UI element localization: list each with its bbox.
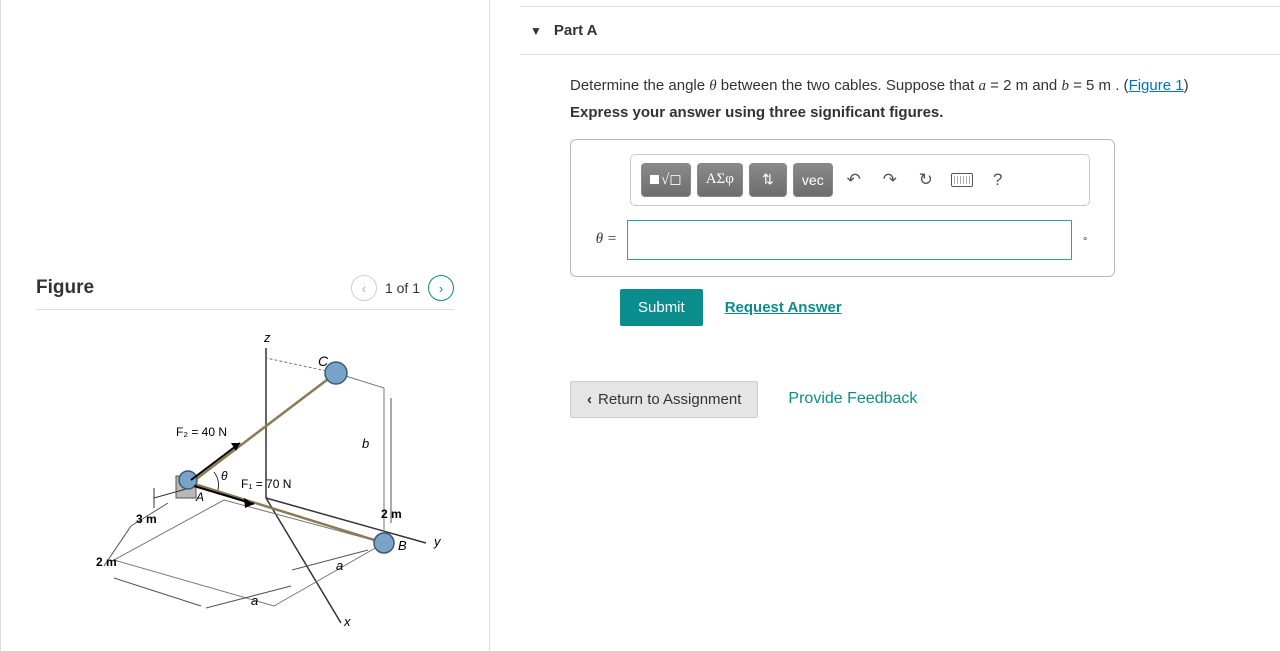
- instruction-text: Express your answer using three signific…: [570, 104, 1260, 121]
- figure-next-button[interactable]: ›: [428, 275, 454, 301]
- redo-button[interactable]: ↷: [875, 163, 905, 197]
- question-text: Determine the angle θ between the two ca…: [570, 75, 1260, 98]
- return-button[interactable]: ‹ Return to Assignment: [570, 381, 758, 418]
- request-answer-link[interactable]: Request Answer: [725, 299, 842, 316]
- dim-a2: a: [251, 593, 258, 608]
- provide-feedback-link[interactable]: Provide Feedback: [788, 390, 917, 408]
- keyboard-icon: [951, 173, 973, 187]
- dim-b: b: [362, 436, 369, 451]
- point-b-label: B: [398, 538, 407, 553]
- equation-toolbar: √◻ ΑΣφ ⇅ vec ↶ ↷ ↻ ?: [630, 154, 1090, 206]
- f1-label: F₁ = 70 N: [241, 477, 291, 491]
- figure-nav-text: 1 of 1: [385, 280, 420, 296]
- degree-unit: ∘: [1082, 234, 1088, 245]
- figure-nav: ‹ 1 of 1 ›: [351, 275, 454, 301]
- reset-button[interactable]: ↻: [911, 163, 941, 197]
- figure-diagram: z y x C A B θ F₁ = 70 N F₂ = 40 N 3 m 2 …: [36, 328, 454, 628]
- point-c-label: C: [318, 353, 329, 369]
- dim-3m: 3 m: [136, 512, 157, 526]
- help-button[interactable]: ?: [983, 163, 1013, 197]
- theta-equals-label: θ =: [585, 231, 617, 248]
- vec-button[interactable]: vec: [793, 163, 833, 197]
- caret-down-icon: ▼: [530, 24, 542, 38]
- greek-button[interactable]: ΑΣφ: [697, 163, 743, 197]
- undo-button[interactable]: ↶: [839, 163, 869, 197]
- axis-x-label: x: [343, 614, 351, 628]
- subscript-button[interactable]: ⇅: [749, 163, 787, 197]
- dim-a1: a: [336, 558, 343, 573]
- figure-title: Figure: [36, 277, 94, 299]
- f2-label: F₂ = 40 N: [176, 425, 227, 439]
- dim-2m-left: 2 m: [96, 555, 117, 569]
- answer-input[interactable]: [627, 220, 1072, 260]
- axis-y-label: y: [433, 534, 442, 549]
- axis-z-label: z: [263, 330, 271, 345]
- figure-prev-button[interactable]: ‹: [351, 275, 377, 301]
- chevron-left-icon: ‹: [587, 391, 592, 408]
- theta-label: θ: [221, 469, 228, 483]
- submit-button[interactable]: Submit: [620, 289, 703, 326]
- dim-2m-right: 2 m: [381, 507, 402, 521]
- keyboard-button[interactable]: [947, 163, 977, 197]
- point-a-label: A: [195, 490, 204, 504]
- part-header[interactable]: ▼ Part A: [520, 6, 1280, 55]
- figure-link[interactable]: Figure 1: [1129, 77, 1184, 94]
- template-button[interactable]: √◻: [641, 163, 691, 197]
- part-title: Part A: [554, 22, 598, 39]
- answer-box: √◻ ΑΣφ ⇅ vec ↶ ↷ ↻ ? θ = ∘: [570, 139, 1115, 277]
